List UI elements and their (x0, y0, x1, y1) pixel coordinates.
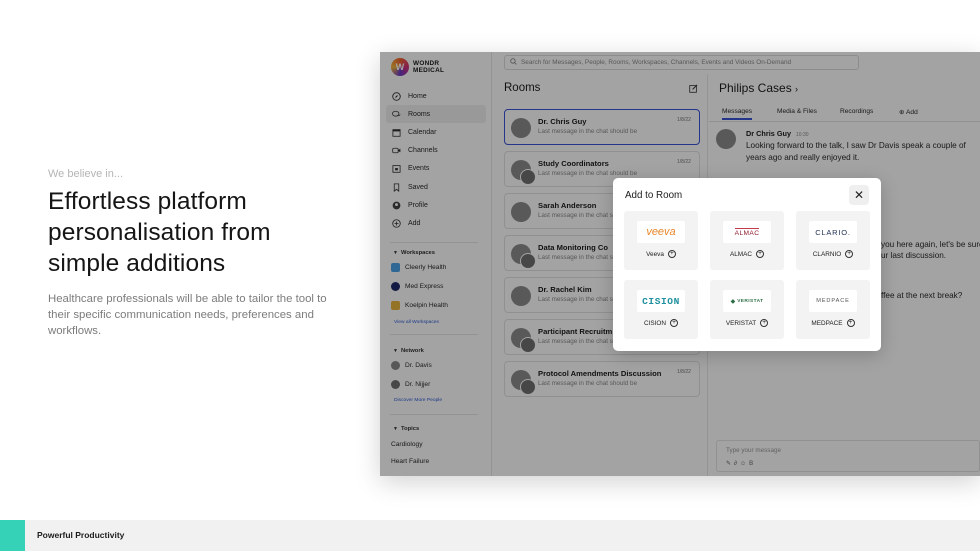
vendor-name: VERISTAT (725, 319, 757, 327)
headline-line: personalisation from (48, 219, 271, 246)
logo-text: VERISTAT (737, 298, 764, 304)
vendor-logo: CLARIO. (809, 221, 857, 243)
vendor-card-almac[interactable]: ALMAC ALMAC + (710, 211, 784, 270)
logo-text: CLARIO. (815, 227, 851, 237)
close-button[interactable]: ✕ (849, 185, 869, 205)
close-icon: ✕ (853, 188, 865, 202)
vendor-card-veeva[interactable]: veeva Veeva + (624, 211, 698, 270)
vendor-logo: veeva (637, 221, 685, 243)
vendor-logo: MEDPACE (809, 290, 857, 312)
vendor-label-row: MEDPACE + (796, 319, 870, 327)
plus-circle-icon[interactable]: + (845, 250, 854, 258)
vendor-name: CLARNIO (812, 250, 842, 258)
plus-circle-icon[interactable]: + (670, 319, 678, 327)
modal-title: Add to Room (625, 190, 683, 201)
vendor-logo: CISION (637, 290, 685, 312)
headline-line: Effortless platform (48, 188, 247, 215)
slide: We believe in... Effortless platform per… (0, 0, 980, 551)
vendor-logo: ◆ VERISTAT (723, 290, 771, 312)
intro-block: We believe in... Effortless platform per… (48, 168, 348, 339)
vendor-label-row: CLARNIO + (796, 250, 870, 258)
footer-label: Powerful Productivity (37, 530, 125, 540)
logo-text: ALMAC (734, 227, 760, 237)
plus-circle-icon[interactable]: + (846, 319, 855, 327)
vendor-name: Veeva (646, 250, 664, 258)
veristat-mark-icon: ◆ (730, 298, 736, 305)
vendor-label-row: Veeva + (624, 250, 698, 258)
vendor-label-row: ALMAC + (710, 250, 784, 258)
add-to-room-modal: Add to Room ✕ veeva Veeva + ALMAC ALMAC + … (613, 178, 881, 351)
logo-text: CISION (642, 295, 680, 307)
vendor-label-row: CISION + (624, 319, 698, 327)
logo-text: MEDPACE (816, 298, 850, 304)
vendor-card-clario[interactable]: CLARIO. CLARNIO + (796, 211, 870, 270)
vendor-name: MEDPACE (811, 319, 843, 327)
footer-accent (0, 520, 25, 551)
footer-bar: Powerful Productivity (0, 520, 980, 551)
plus-circle-icon[interactable]: + (760, 319, 769, 327)
vendor-card-medpace[interactable]: MEDPACE MEDPACE + (796, 280, 870, 339)
plus-circle-icon[interactable]: + (756, 250, 765, 258)
description: Healthcare professionals will be able to… (48, 293, 327, 337)
vendor-card-cision[interactable]: CISION CISION + (624, 280, 698, 339)
headline-line: simple additions (48, 250, 226, 277)
vendor-card-veristat[interactable]: ◆ VERISTAT VERISTAT + (710, 280, 784, 339)
vendor-name: CISION (643, 319, 666, 327)
vendor-logo: ALMAC (723, 221, 771, 243)
logo-text: veeva (646, 226, 676, 238)
vendor-label-row: VERISTAT + (710, 319, 784, 327)
plus-circle-icon[interactable]: + (667, 250, 676, 258)
headline: Effortless platform personalisation from… (48, 186, 348, 279)
eyebrow-text: We believe in... (48, 168, 124, 180)
vendor-name: ALMAC (729, 250, 753, 258)
